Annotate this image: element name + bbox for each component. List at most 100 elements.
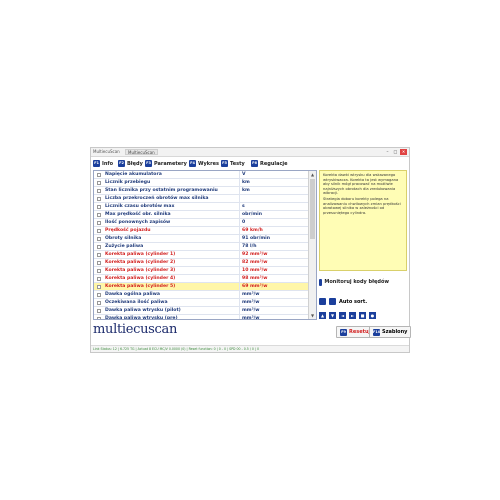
- param-name: Korekta paliwa (cylinder 2): [105, 260, 176, 265]
- row-checkbox[interactable]: [97, 189, 101, 193]
- table-row[interactable]: Dawka paliwa wtrysku (pre) mm³/w: [94, 315, 309, 320]
- move-left-icon[interactable]: ◄: [339, 312, 346, 319]
- record-icon[interactable]: ●: [369, 312, 376, 319]
- monitor-icon: [319, 278, 323, 286]
- param-value: mm³/w: [242, 316, 260, 320]
- minimize-icon[interactable]: –: [384, 149, 391, 155]
- param-value: obr/min: [242, 212, 263, 217]
- tab-label: Regulacje: [260, 160, 288, 167]
- f4-key-icon: F4: [189, 160, 196, 167]
- row-checkbox[interactable]: [97, 173, 101, 177]
- row-checkbox[interactable]: [97, 229, 101, 233]
- app-window: MultiecuScan MultiecuScan – □ ✕ F1 Info …: [90, 147, 412, 353]
- column-divider: [239, 203, 240, 211]
- move-down-icon[interactable]: ▼: [329, 312, 336, 319]
- tab-info[interactable]: F1 Info: [93, 159, 113, 168]
- monitor-errors-label: Monitoruj kody błędów: [324, 279, 389, 285]
- param-name: Zużycie paliwa: [105, 244, 144, 249]
- param-value: km: [242, 180, 250, 185]
- row-checkbox[interactable]: [97, 197, 101, 201]
- table-row[interactable]: Dawka paliwa wtrysku (pilot) mm³/w: [94, 307, 309, 315]
- param-value: 82 mm³/w: [242, 260, 268, 265]
- param-value: 78 l/h: [242, 244, 257, 249]
- table-row[interactable]: Korekta paliwa (cylinder 1) 92 mm³/w: [94, 251, 309, 259]
- column-divider: [239, 291, 240, 299]
- maximize-icon[interactable]: □: [392, 149, 399, 155]
- table-row[interactable]: Licznik czasu obrotów max s: [94, 203, 309, 211]
- stop-icon[interactable]: ■: [359, 312, 366, 319]
- taskbar-tab[interactable]: MultiecuScan: [125, 149, 158, 155]
- row-checkbox[interactable]: [97, 293, 101, 297]
- table-row[interactable]: Korekta paliwa (cylinder 3) 10 mm³/w: [94, 267, 309, 275]
- row-checkbox[interactable]: [97, 253, 101, 257]
- table-row[interactable]: Korekta paliwa (cylinder 2) 82 mm³/w: [94, 259, 309, 267]
- table-row[interactable]: Liczba przekroczeń obrotów max silnika: [94, 195, 309, 203]
- tab-label: Info: [102, 160, 114, 167]
- param-name: Licznik czasu obrotów max: [105, 204, 175, 209]
- table-row[interactable]: Napięcie akumulatora V: [94, 171, 309, 179]
- table-row[interactable]: Zużycie paliwa 78 l/h: [94, 243, 309, 251]
- scroll-thumb[interactable]: [310, 179, 315, 239]
- param-name: Licznik przebiegu: [105, 180, 151, 185]
- row-checkbox[interactable]: [97, 221, 101, 225]
- column-divider: [239, 283, 240, 291]
- param-name: Korekta paliwa (cylinder 5): [105, 284, 176, 289]
- param-value: km: [242, 188, 250, 193]
- row-checkbox[interactable]: [97, 285, 101, 289]
- table-row[interactable]: Stan licznika przy ostatnim programowani…: [94, 187, 309, 195]
- row-checkbox[interactable]: [97, 301, 101, 305]
- column-divider: [239, 259, 240, 267]
- scroll-down-icon[interactable]: ▼: [310, 313, 315, 318]
- table-row[interactable]: Licznik przebiegu km: [94, 179, 309, 187]
- move-up-icon[interactable]: ▲: [319, 312, 326, 319]
- monitor-errors-button[interactable]: Monitoruj kody błędów: [319, 277, 389, 287]
- description-text: Korekta dawki wtrysku dla wskazanego wtr…: [323, 173, 399, 196]
- tab-adjustments[interactable]: F6 Regulacje: [251, 159, 288, 168]
- param-name: Ilość ponownych zapisów: [105, 220, 171, 225]
- column-divider: [239, 299, 240, 307]
- table-row[interactable]: Dawka ogólna paliwa mm³/w: [94, 291, 309, 299]
- column-divider: [239, 251, 240, 259]
- column-divider: [239, 235, 240, 243]
- row-checkbox[interactable]: [97, 245, 101, 249]
- row-checkbox[interactable]: [97, 205, 101, 209]
- table-row[interactable]: Korekta paliwa (cylinder 5) 69 mm³/w: [94, 283, 309, 291]
- table-row[interactable]: Korekta paliwa (cylinder 4) 98 mm³/w: [94, 275, 309, 283]
- scroll-up-icon[interactable]: ▲: [310, 172, 315, 177]
- column-divider: [239, 267, 240, 275]
- column-divider: [239, 219, 240, 227]
- tab-errors[interactable]: F2 Błędy: [118, 159, 143, 168]
- templates-button[interactable]: F10 Szablony: [369, 326, 412, 338]
- tab-label: Błędy: [127, 160, 143, 167]
- row-checkbox[interactable]: [97, 237, 101, 241]
- param-value: 69 km/h: [242, 228, 263, 233]
- column-divider: [239, 307, 240, 315]
- tab-parameters[interactable]: F3 Parametery: [145, 159, 187, 168]
- row-checkbox[interactable]: [97, 309, 101, 313]
- table-row[interactable]: Oczekiwana ilość paliwa mm³/w: [94, 299, 309, 307]
- auto-sort-button[interactable]: Auto sort.: [319, 298, 367, 305]
- param-name: Dawka paliwa wtrysku (pilot): [105, 308, 181, 313]
- table-row[interactable]: Max prędkość obr. silnika obr/min: [94, 211, 309, 219]
- move-right-icon[interactable]: ►: [349, 312, 356, 319]
- row-checkbox[interactable]: [97, 269, 101, 273]
- row-checkbox[interactable]: [97, 317, 101, 319]
- row-checkbox[interactable]: [97, 181, 101, 185]
- row-checkbox[interactable]: [97, 277, 101, 281]
- row-checkbox[interactable]: [97, 213, 101, 217]
- table-row[interactable]: Ilość ponownych zapisów 0: [94, 219, 309, 227]
- column-divider: [239, 171, 240, 179]
- tab-chart[interactable]: F4 Wykres: [189, 159, 219, 168]
- vertical-scrollbar[interactable]: ▲ ▼: [308, 171, 316, 319]
- f10-key-icon: F10: [373, 328, 381, 336]
- tab-label: Wykres: [198, 160, 219, 167]
- param-name: Napięcie akumulatora: [105, 172, 162, 177]
- table-row[interactable]: Obroty silnika 91 obr/min: [94, 235, 309, 243]
- param-name: Korekta paliwa (cylinder 4): [105, 276, 176, 281]
- table-row[interactable]: Prędkość pojazdu 69 km/h: [94, 227, 309, 235]
- param-name: Korekta paliwa (cylinder 1): [105, 252, 176, 257]
- description-panel: Korekta dawki wtrysku dla wskazanego wtr…: [319, 170, 407, 271]
- tab-tests[interactable]: F5 Testy: [221, 159, 245, 168]
- row-checkbox[interactable]: [97, 261, 101, 265]
- close-icon[interactable]: ✕: [400, 149, 407, 155]
